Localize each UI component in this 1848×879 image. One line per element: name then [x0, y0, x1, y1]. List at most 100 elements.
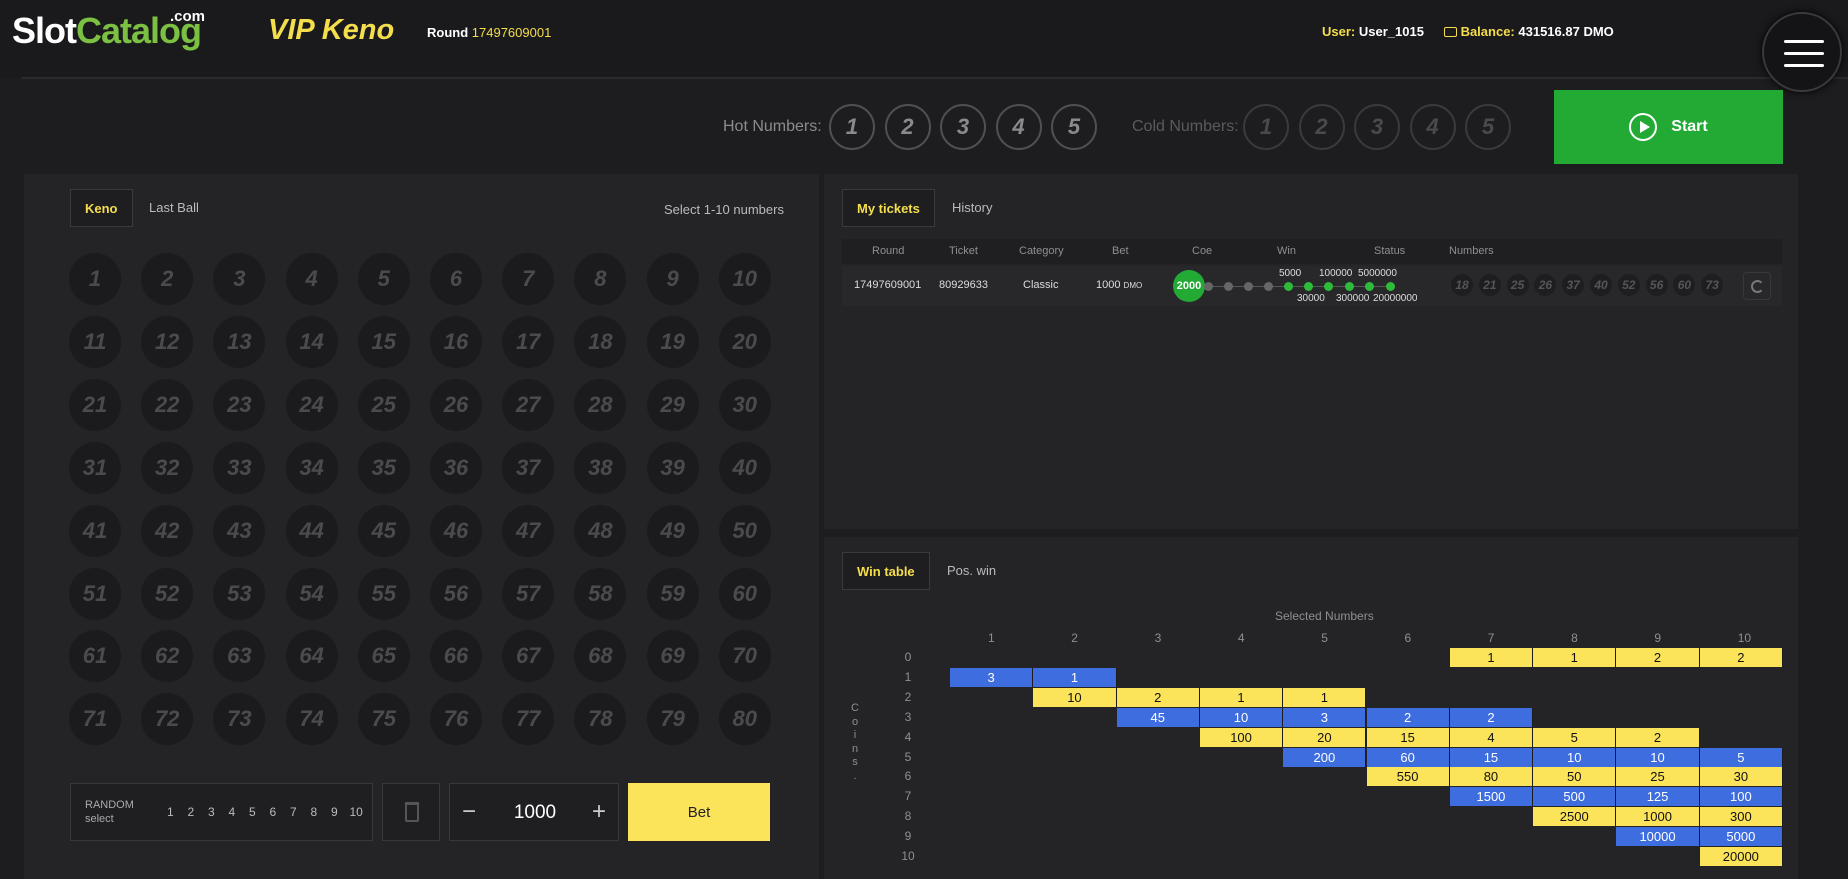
bet-amount[interactable]: 1000	[490, 802, 580, 824]
number-ball[interactable]: 45	[357, 504, 410, 557]
number-ball[interactable]: 39	[646, 441, 699, 494]
number-ball[interactable]: 42	[141, 504, 194, 557]
start-button[interactable]: Start	[1554, 90, 1783, 164]
number-ball[interactable]: 4	[285, 253, 338, 305]
table-row[interactable]: 17497609001 80929633 Classic 1000 DMO 20…	[842, 266, 1782, 306]
random-option[interactable]: 7	[290, 805, 297, 819]
number-ball[interactable]: 13	[213, 315, 266, 368]
number-ball[interactable]: 47	[502, 504, 555, 557]
decrease-bet-button[interactable]: −	[462, 798, 476, 826]
tab-history[interactable]: History	[938, 189, 1006, 227]
random-option[interactable]: 2	[188, 805, 195, 819]
win-table-cell: 100	[1199, 727, 1284, 747]
number-ball[interactable]: 58	[574, 567, 627, 620]
number-ball[interactable]: 37	[502, 441, 555, 494]
number-ball[interactable]: 48	[574, 504, 627, 557]
number-ball[interactable]: 21	[69, 378, 121, 431]
number-ball[interactable]: 25	[357, 378, 410, 431]
tab-last-ball[interactable]: Last Ball	[135, 189, 213, 227]
number-ball[interactable]: 53	[213, 567, 266, 620]
number-ball[interactable]: 11	[69, 315, 121, 368]
number-ball[interactable]: 32	[141, 441, 194, 494]
number-ball[interactable]: 31	[69, 441, 121, 494]
number-ball[interactable]: 41	[69, 504, 121, 557]
number-ball[interactable]: 1	[69, 253, 121, 305]
refresh-button[interactable]	[1743, 272, 1771, 300]
number-ball[interactable]: 43	[213, 504, 266, 557]
number-ball[interactable]: 64	[285, 630, 338, 683]
number-ball[interactable]: 79	[646, 693, 699, 746]
number-ball[interactable]: 60	[718, 567, 771, 620]
random-option[interactable]: 10	[350, 805, 363, 819]
number-ball[interactable]: 16	[430, 315, 482, 368]
number-ball[interactable]: 57	[502, 567, 555, 620]
number-ball[interactable]: 20	[718, 315, 771, 368]
tab-pos-win[interactable]: Pos. win	[933, 552, 1010, 590]
number-ball[interactable]: 76	[430, 693, 482, 746]
number-ball[interactable]: 27	[502, 378, 555, 431]
number-ball[interactable]: 33	[213, 441, 266, 494]
increase-bet-button[interactable]: +	[592, 798, 606, 826]
number-ball[interactable]: 8	[574, 253, 627, 305]
number-ball[interactable]: 56	[430, 567, 482, 620]
number-ball[interactable]: 6	[430, 253, 482, 305]
number-ball[interactable]: 44	[285, 504, 338, 557]
number-ball[interactable]: 19	[646, 315, 699, 368]
number-ball[interactable]: 23	[213, 378, 266, 431]
number-ball[interactable]: 75	[357, 693, 410, 746]
number-ball[interactable]: 65	[357, 630, 410, 683]
number-ball[interactable]: 54	[285, 567, 338, 620]
number-ball[interactable]: 50	[718, 504, 771, 557]
number-ball[interactable]: 29	[646, 378, 699, 431]
number-ball[interactable]: 70	[718, 630, 771, 683]
menu-button[interactable]	[1762, 12, 1842, 92]
number-ball[interactable]: 80	[718, 693, 771, 746]
number-ball[interactable]: 52	[141, 567, 194, 620]
number-ball[interactable]: 51	[69, 567, 121, 620]
coins-axis-label: Coins.	[848, 702, 862, 783]
number-ball[interactable]: 71	[69, 693, 121, 746]
number-ball[interactable]: 24	[285, 378, 338, 431]
number-ball[interactable]: 74	[285, 693, 338, 746]
number-ball[interactable]: 46	[430, 504, 482, 557]
number-ball[interactable]: 69	[646, 630, 699, 683]
random-option[interactable]: 6	[270, 805, 277, 819]
number-ball[interactable]: 28	[574, 378, 627, 431]
number-ball[interactable]: 9	[646, 253, 699, 305]
number-ball[interactable]: 49	[646, 504, 699, 557]
random-option[interactable]: 4	[229, 805, 236, 819]
tab-win-table[interactable]: Win table	[842, 552, 930, 590]
clear-button[interactable]	[382, 783, 440, 841]
number-ball[interactable]: 17	[502, 315, 555, 368]
number-ball[interactable]: 35	[357, 441, 410, 494]
number-ball[interactable]: 36	[430, 441, 482, 494]
random-option[interactable]: 3	[208, 805, 215, 819]
number-ball[interactable]: 7	[502, 253, 555, 305]
number-ball[interactable]: 66	[430, 630, 482, 683]
random-option[interactable]: 1	[167, 805, 174, 819]
number-ball[interactable]: 10	[718, 253, 771, 305]
number-ball[interactable]: 2	[141, 253, 194, 305]
bet-button[interactable]: Bet	[628, 783, 770, 841]
number-ball[interactable]: 34	[285, 441, 338, 494]
tab-keno[interactable]: Keno	[70, 189, 133, 227]
random-option[interactable]: 9	[331, 805, 338, 819]
number-ball[interactable]: 26	[430, 378, 482, 431]
number-ball[interactable]: 3	[213, 253, 266, 305]
number-ball[interactable]: 61	[69, 630, 121, 683]
number-ball[interactable]: 59	[646, 567, 699, 620]
number-ball[interactable]: 55	[357, 567, 410, 620]
coins-label-char: s	[852, 756, 858, 768]
tab-my-tickets[interactable]: My tickets	[842, 189, 935, 227]
random-option[interactable]: 5	[249, 805, 256, 819]
number-ball[interactable]: 14	[285, 315, 338, 368]
number-ball[interactable]: 30	[718, 378, 771, 431]
number-ball[interactable]: 40	[718, 441, 771, 494]
number-ball[interactable]: 5	[357, 253, 410, 305]
number-ball[interactable]: 15	[357, 315, 410, 368]
number-ball[interactable]: 22	[141, 378, 194, 431]
random-option[interactable]: 8	[311, 805, 318, 819]
number-ball[interactable]: 18	[574, 315, 627, 368]
number-ball[interactable]: 38	[574, 441, 627, 494]
number-ball[interactable]: 12	[141, 315, 194, 368]
